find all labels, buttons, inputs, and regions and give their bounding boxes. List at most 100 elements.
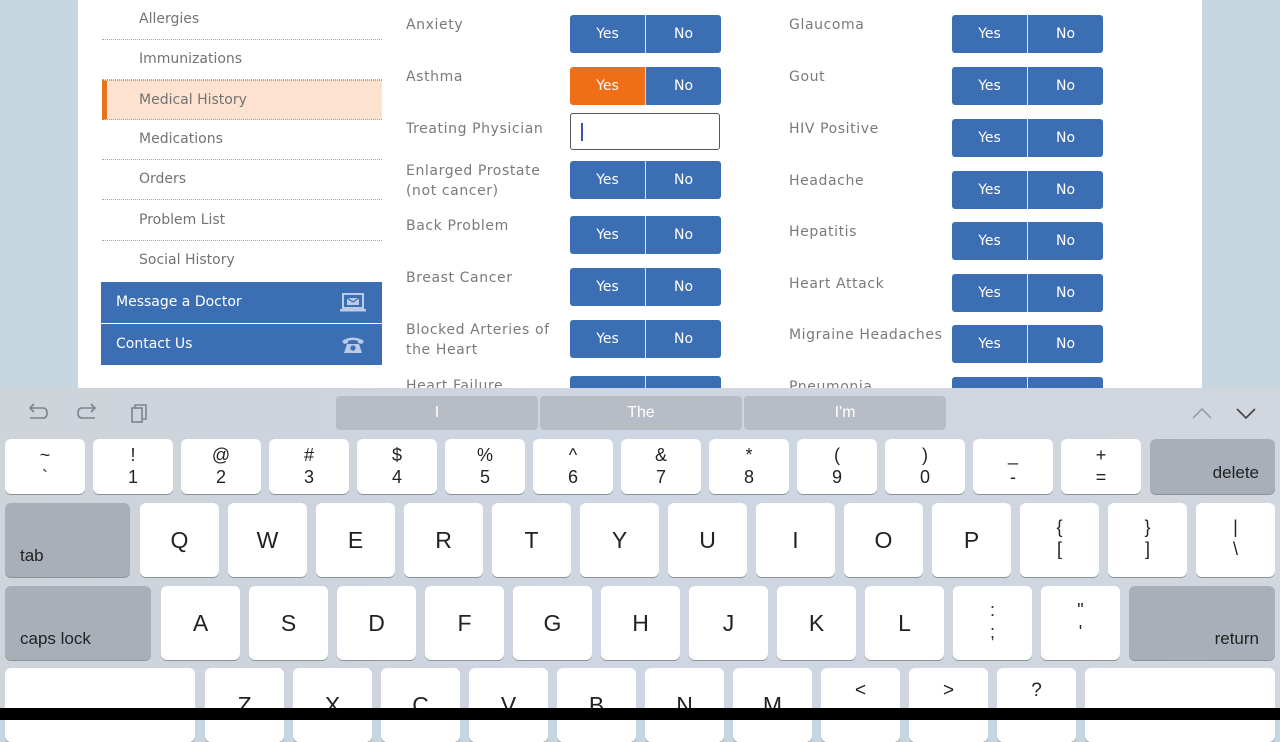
asthma-no-button[interactable]: No: [646, 67, 721, 105]
key-4-4[interactable]: $4: [357, 439, 437, 494]
key-punct-1[interactable]: " ': [1041, 586, 1120, 660]
key-bracket-1[interactable]: }]: [1108, 503, 1187, 577]
chevron-up-icon[interactable]: [1190, 402, 1214, 424]
heart-attack-yes-button[interactable]: Yes: [952, 274, 1028, 312]
back-problem-no-button[interactable]: No: [646, 216, 721, 254]
key-b[interactable]: B: [557, 668, 636, 742]
undo-icon[interactable]: [25, 402, 49, 424]
key-g[interactable]: G: [513, 586, 592, 660]
key-n[interactable]: N: [645, 668, 724, 742]
paste-icon[interactable]: [127, 402, 151, 424]
glaucoma-no-button[interactable]: No: [1028, 15, 1103, 53]
sidebar-item-social-history[interactable]: Social History: [102, 241, 382, 281]
migraine-headaches-yes-button[interactable]: Yes: [952, 325, 1028, 363]
back-problem-yes-button[interactable]: Yes: [570, 216, 646, 254]
key-s[interactable]: S: [249, 586, 328, 660]
key-bracket-2[interactable]: | \: [1196, 503, 1275, 577]
return-key[interactable]: return: [1129, 586, 1275, 660]
hepatitis-no-button[interactable]: No: [1028, 222, 1103, 260]
message-doctor-button[interactable]: Message a Doctor: [101, 282, 382, 323]
key-l[interactable]: L: [865, 586, 944, 660]
anxiety-yes-button[interactable]: Yes: [570, 15, 646, 53]
key-a[interactable]: A: [161, 586, 240, 660]
breast-cancer-yes-button[interactable]: Yes: [570, 268, 646, 306]
key-f[interactable]: F: [425, 586, 504, 660]
key-punct-0[interactable]: :;: [953, 586, 1032, 660]
sidebar-item-orders[interactable]: Orders: [102, 160, 382, 200]
key-v[interactable]: V: [469, 668, 548, 742]
sidebar-item-immunizations[interactable]: Immunizations: [102, 40, 382, 80]
gout-yes-button[interactable]: Yes: [952, 67, 1028, 105]
redo-icon[interactable]: [76, 402, 100, 424]
heart-failure-no-button[interactable]: No: [646, 376, 721, 388]
asthma-yes-button[interactable]: Yes: [570, 67, 646, 105]
key-r[interactable]: R: [404, 503, 483, 577]
right-shift-key[interactable]: [1085, 668, 1275, 742]
headache-yes-button[interactable]: Yes: [952, 171, 1028, 209]
key-5-5[interactable]: % 5: [445, 439, 525, 494]
pneumonia-yes-button[interactable]: Yes: [952, 377, 1028, 388]
key-m[interactable]: M: [733, 668, 812, 742]
key-9-9[interactable]: (9: [797, 439, 877, 494]
key-3-3[interactable]: #3: [269, 439, 349, 494]
heart-attack-no-button[interactable]: No: [1028, 274, 1103, 312]
key-u[interactable]: U: [668, 503, 747, 577]
key-j[interactable]: J: [689, 586, 768, 660]
caps-lock-key[interactable]: caps lock: [5, 586, 151, 660]
key-i[interactable]: I: [756, 503, 835, 577]
migraine-headaches-no-button[interactable]: No: [1028, 325, 1103, 363]
key-z[interactable]: Z: [205, 668, 284, 742]
key-p[interactable]: P: [932, 503, 1011, 577]
hiv-positive-no-button[interactable]: No: [1028, 119, 1103, 157]
key-c[interactable]: C: [381, 668, 460, 742]
key-bracket-0[interactable]: {[: [1020, 503, 1099, 577]
key-8-8[interactable]: * 8: [709, 439, 789, 494]
hepatitis-yes-button[interactable]: Yes: [952, 222, 1028, 260]
gout-no-button[interactable]: No: [1028, 67, 1103, 105]
glaucoma-yes-button[interactable]: Yes: [952, 15, 1028, 53]
key-symbol-1[interactable]: >: [909, 668, 988, 742]
delete-key[interactable]: delete: [1150, 439, 1275, 494]
key-q[interactable]: Q: [140, 503, 219, 577]
headache-no-button[interactable]: No: [1028, 171, 1103, 209]
sidebar-item-medications[interactable]: Medications: [102, 120, 382, 160]
key-y[interactable]: Y: [580, 503, 659, 577]
key-2-2[interactable]: @2: [181, 439, 261, 494]
key-6-6[interactable]: ^ 6: [533, 439, 613, 494]
key-d[interactable]: D: [337, 586, 416, 660]
breast-cancer-no-button[interactable]: No: [646, 268, 721, 306]
blocked-arteries-of-the-heart-no-button[interactable]: No: [646, 320, 721, 358]
key-h[interactable]: H: [601, 586, 680, 660]
heart-failure-yes-button[interactable]: Yes: [570, 376, 646, 388]
sidebar-item-problem-list[interactable]: Problem List: [102, 201, 382, 241]
blocked-arteries-of-the-heart-yes-button[interactable]: Yes: [570, 320, 646, 358]
key--0[interactable]: ~ `: [5, 439, 85, 494]
key-t[interactable]: T: [492, 503, 571, 577]
hiv-positive-yes-button[interactable]: Yes: [952, 119, 1028, 157]
key-symbol-2[interactable]: ?: [997, 668, 1076, 742]
key--11[interactable]: _ -: [973, 439, 1053, 494]
key-1-1[interactable]: ! 1: [93, 439, 173, 494]
contact-us-button[interactable]: Contact Us: [101, 324, 382, 365]
key-e[interactable]: E: [316, 503, 395, 577]
key--12[interactable]: + =: [1061, 439, 1141, 494]
pneumonia-no-button[interactable]: No: [1028, 377, 1103, 388]
treating-physician-input[interactable]: [570, 113, 720, 150]
enlarged-prostate-not-cancer-no-button[interactable]: No: [646, 161, 721, 199]
left-shift-key[interactable]: [5, 668, 195, 742]
key-w[interactable]: W: [228, 503, 307, 577]
key-k[interactable]: K: [777, 586, 856, 660]
key-o[interactable]: O: [844, 503, 923, 577]
sidebar-item-allergies[interactable]: Allergies: [102, 0, 382, 40]
tab-key[interactable]: tab: [5, 503, 130, 577]
key-0-10[interactable]: ) 0: [885, 439, 965, 494]
key-symbol-0[interactable]: <: [821, 668, 900, 742]
anxiety-no-button[interactable]: No: [646, 15, 721, 53]
suggestion-1[interactable]: I: [336, 396, 538, 430]
key-x[interactable]: X: [293, 668, 372, 742]
enlarged-prostate-not-cancer-yes-button[interactable]: Yes: [570, 161, 646, 199]
sidebar-item-medical-history[interactable]: Medical History: [102, 80, 382, 120]
chevron-down-icon[interactable]: [1234, 402, 1258, 424]
key-7-7[interactable]: & 7: [621, 439, 701, 494]
suggestion-2[interactable]: The: [540, 396, 742, 430]
